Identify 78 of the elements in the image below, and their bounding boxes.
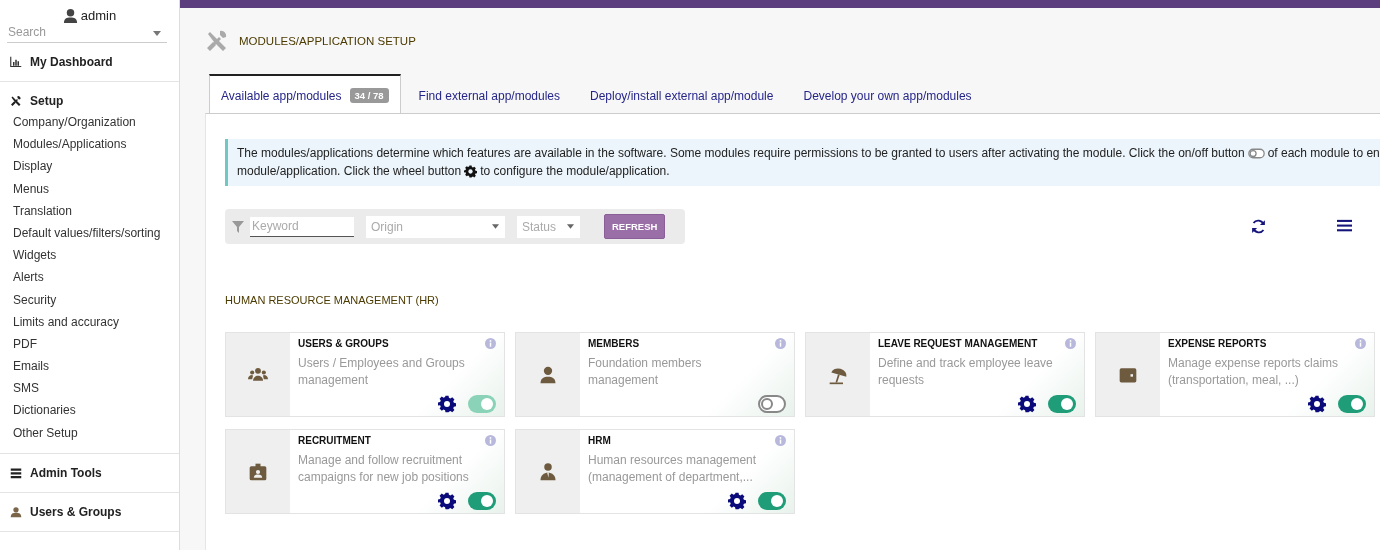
id-badge-icon (248, 461, 268, 482)
menu-item[interactable]: Menus (13, 177, 179, 200)
menu-item[interactable]: PDF (13, 332, 179, 356)
info-icon[interactable] (775, 338, 786, 349)
refresh-button[interactable]: REFRESH (604, 214, 666, 239)
tab[interactable]: Deploy/install external app/module (578, 76, 786, 113)
filter-icon (232, 220, 244, 233)
info-text: of each module to en (1267, 145, 1380, 162)
menu-item[interactable]: Alerts (13, 266, 179, 289)
menu-item[interactable]: Widgets (13, 244, 179, 267)
settings-icon[interactable] (1018, 395, 1036, 413)
info-icon[interactable] (485, 338, 496, 349)
info-text: module/application. Click the wheel button (237, 163, 462, 180)
caret-icon (492, 224, 499, 229)
user-icon (62, 8, 78, 23)
page-title: MODULES/APPLICATION SETUP (239, 35, 416, 47)
menu-section-title[interactable]: Setup (30, 94, 64, 108)
info-text: to configure the module/application. (480, 163, 670, 180)
menu-section-title[interactable]: My Dashboard (30, 55, 113, 69)
menu-item[interactable]: Company/Organization (13, 111, 179, 134)
module-title: USERS & GROUPS (298, 337, 389, 351)
module-title: EXPENSE REPORTS (1168, 337, 1267, 351)
count-badge: 34 / 78 (349, 88, 389, 103)
user-name[interactable]: admin (80, 8, 117, 23)
module-description: Manage and follow recruitment campaigns for new job positions (298, 452, 470, 486)
module-title: RECRUITMENT (298, 434, 371, 448)
user-icon (10, 505, 22, 518)
module-title: LEAVE REQUEST MANAGEMENT (878, 337, 1038, 351)
settings-icon[interactable] (1308, 395, 1326, 413)
module-title: HRM (588, 434, 611, 448)
refresh-icon (1250, 218, 1268, 235)
menu-item[interactable]: Other Setup (13, 421, 179, 444)
menu-item[interactable]: Display (13, 155, 179, 178)
module-description: Manage expense reports claims (transportation, meal, ...) (1168, 355, 1340, 389)
menu-section-title[interactable]: Users & Groups (30, 504, 122, 519)
module-description: Foundation members management (588, 355, 703, 389)
group-title: HUMAN RESOURCE MANAGEMENT (HR) (225, 294, 440, 306)
info-icon[interactable] (1355, 338, 1366, 349)
toggle-icon (1247, 147, 1265, 159)
tab[interactable]: Find external app/modules (406, 76, 572, 113)
menu-item[interactable]: Security (13, 288, 179, 311)
module-description: Users / Employees and Groups management (298, 355, 466, 389)
menu-item[interactable]: SMS (13, 377, 179, 400)
menu-item[interactable]: Limits and accuracy (13, 310, 179, 333)
settings-icon[interactable] (728, 492, 746, 510)
caret-icon (567, 224, 574, 229)
menu-item[interactable]: Dictionaries (13, 399, 179, 422)
menu-section-title[interactable]: Admin Tools (30, 465, 102, 480)
toggle-switch[interactable] (1048, 395, 1076, 413)
module-title: MEMBERS (588, 337, 640, 351)
menu-item[interactable]: Emails (13, 355, 179, 378)
menu-item[interactable]: Translation (13, 199, 179, 222)
toggle-switch[interactable] (468, 492, 496, 510)
tools-icon (10, 95, 22, 107)
info-icon[interactable] (775, 435, 786, 446)
menu-item[interactable]: Default values/filters/sorting (13, 221, 179, 245)
search-field[interactable]: Search (7, 23, 167, 43)
info-icon[interactable] (485, 435, 496, 446)
keyword-field[interactable]: Keyword (250, 216, 354, 237)
settings-icon[interactable] (438, 492, 456, 510)
settings-icon (464, 164, 478, 178)
toggle-switch[interactable] (758, 395, 786, 413)
info-text: The modules/applications determine which features are available in the software. Some modules require permissions to be granted to users after activating the module. Click the on/off button (237, 145, 1245, 162)
tab[interactable]: Develop your own app/modules (791, 76, 984, 113)
person-icon (538, 364, 558, 385)
tools-icon (205, 29, 229, 53)
module-description: Define and track employee leave requests (878, 355, 1054, 389)
menu-icon (1337, 218, 1353, 233)
toggle-switch[interactable] (758, 492, 786, 510)
toggle-switch[interactable] (1338, 395, 1366, 413)
chart-icon (10, 56, 22, 68)
menu-item[interactable]: Modules/Applications (13, 133, 179, 156)
caret-icon (153, 30, 161, 36)
businessman-icon (538, 461, 558, 482)
module-description: Human resources management (management of department,... (588, 452, 758, 486)
tab[interactable]: Available app/modules 34 / 78 (209, 74, 401, 113)
info-icon[interactable] (1065, 338, 1076, 349)
server-icon (10, 466, 22, 479)
